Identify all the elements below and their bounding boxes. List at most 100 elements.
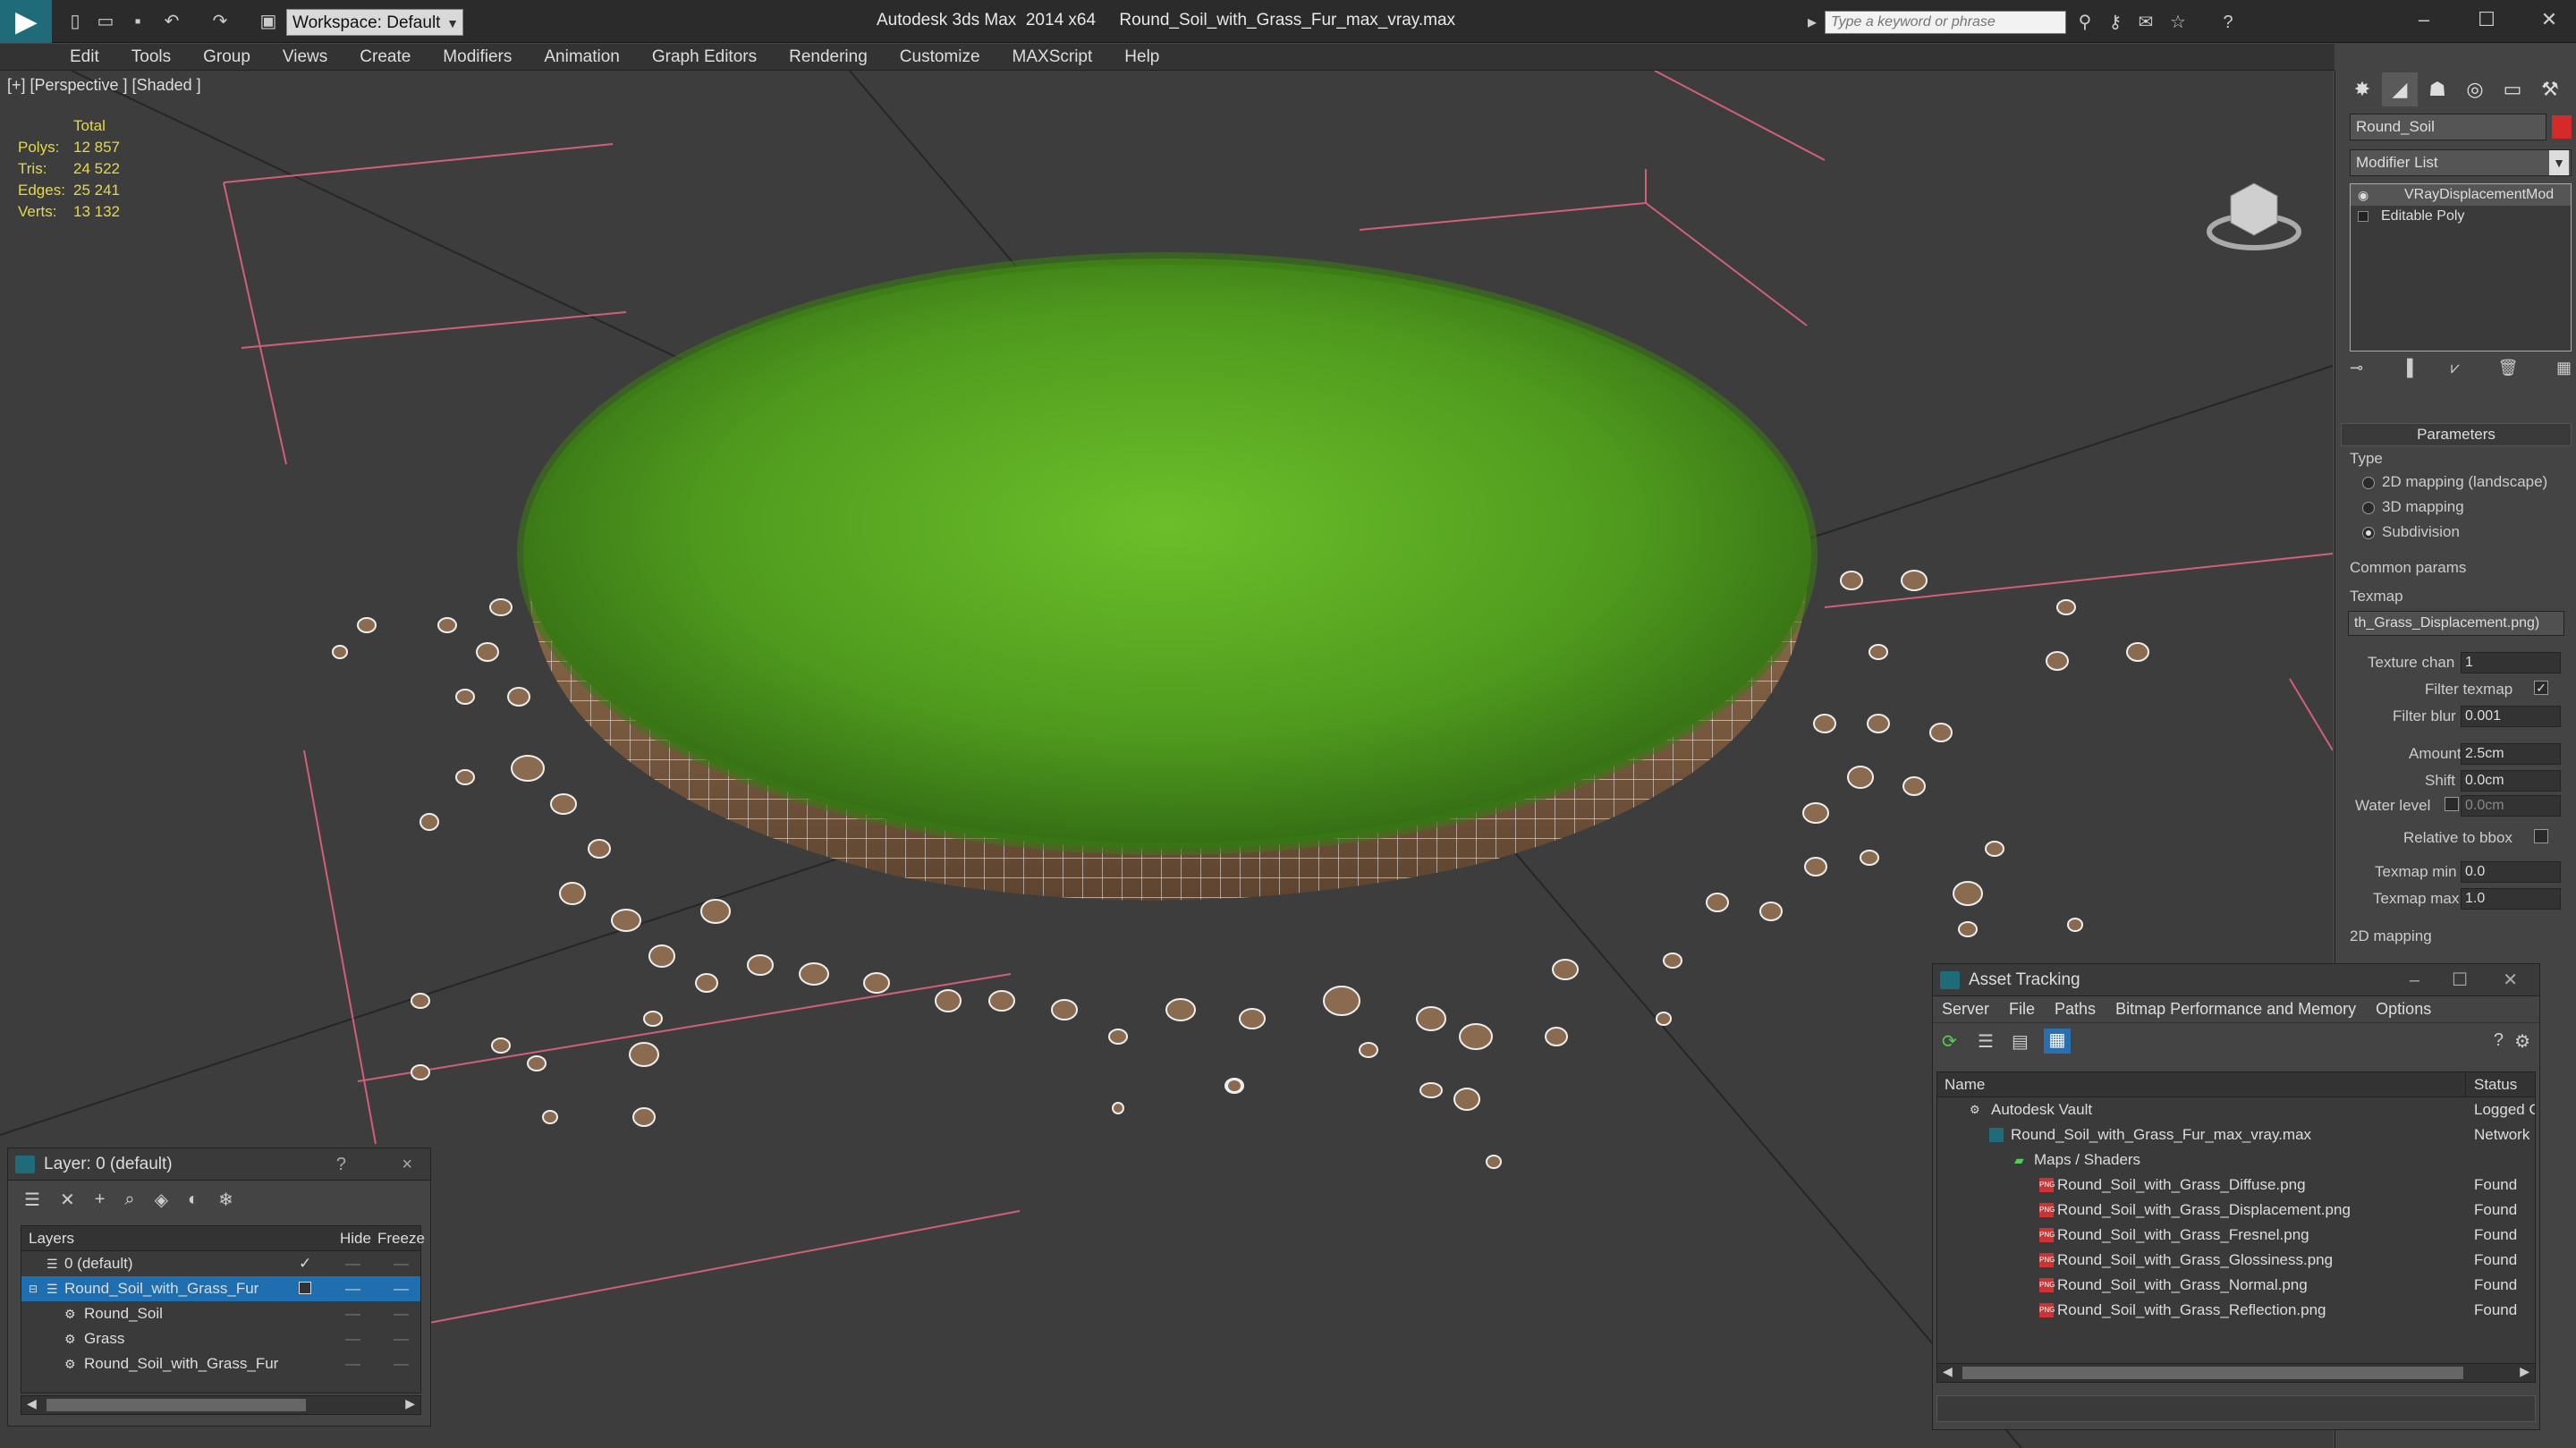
hide-toggle[interactable]: — (345, 1351, 360, 1376)
asset-horizontal-scrollbar[interactable]: ◀ ▶ (1936, 1363, 2536, 1383)
layer-horizontal-scrollbar[interactable]: ◀ ▶ (21, 1395, 421, 1415)
menu-maxscript[interactable]: MAXScript (1013, 47, 1093, 67)
asset-row[interactable]: PNG Round_Soil_with_Grass_Diffuse.png Foun… (1937, 1173, 2535, 1198)
col-status[interactable]: Status (2474, 1072, 2517, 1097)
table-view-icon[interactable]: ▦ (2044, 1029, 2071, 1054)
asset-row[interactable]: PNG Round_Soil_with_Grass_Displacement.pn… (1937, 1198, 2535, 1223)
communication-center-icon[interactable]: ✉ (2132, 11, 2159, 34)
asset-help-icon[interactable]: ? (2494, 1030, 2504, 1051)
relative-to-bbox-checkbox[interactable] (2534, 829, 2548, 843)
list-view-icon[interactable]: ☰ (1978, 1030, 1994, 1053)
texture-chan-spinner[interactable]: 1 (2461, 652, 2561, 673)
workspace-dropdown[interactable]: Workspace: Default ▼ (286, 9, 463, 36)
radio-2d-mapping[interactable] (2362, 476, 2375, 489)
add-to-layer-icon[interactable]: + (95, 1190, 106, 1210)
filter-blur-spinner[interactable]: 0.001 (2461, 706, 2561, 727)
shift-spinner[interactable]: 0.0cm (2461, 770, 2561, 792)
asset-row[interactable]: ⚙ Autodesk Vault Logged O (1937, 1097, 2535, 1122)
scroll-thumb[interactable] (47, 1399, 306, 1411)
select-objects-icon[interactable]: ⌕ (124, 1190, 134, 1210)
set-current-layer-box[interactable] (299, 1282, 311, 1294)
scroll-left-icon[interactable]: ◀ (27, 1396, 37, 1411)
configure-modifier-sets-icon[interactable]: ▦ (2556, 359, 2572, 387)
menu-rendering[interactable]: Rendering (789, 47, 868, 67)
create-tab-icon[interactable]: ✸ (2344, 72, 2380, 106)
hide-all-layers-icon[interactable]: ◐ (188, 1190, 199, 1210)
col-freeze[interactable]: Freeze (377, 1226, 425, 1251)
asset-menu-paths[interactable]: Paths (2055, 1000, 2096, 1019)
asset-row[interactable]: PNG Round_Soil_with_Grass_Normal.png Found (1937, 1273, 2535, 1298)
layer-object-row[interactable]: ⚙ Round_Soil_with_Grass_Fur — — (21, 1351, 420, 1376)
create-layer-icon[interactable]: ☰ (24, 1189, 40, 1211)
modifier-list-dropdown[interactable]: Modifier List ▼ (2350, 149, 2572, 176)
freeze-toggle[interactable]: — (394, 1301, 409, 1326)
make-unique-icon[interactable]: ⩗ (2451, 359, 2460, 387)
hide-toggle[interactable]: — (345, 1301, 360, 1326)
asset-row[interactable]: PNG Round_Soil_with_Grass_Glossiness.png F… (1937, 1248, 2535, 1273)
col-hide[interactable]: Hide (340, 1226, 371, 1251)
lightbulb-icon[interactable]: ◉ (2358, 184, 2368, 206)
menu-edit[interactable]: Edit (70, 47, 99, 67)
asset-path-field[interactable] (1936, 1395, 2536, 1422)
column-divider[interactable] (2465, 1072, 2466, 1097)
hierarchy-tab-icon[interactable]: ☗ (2419, 72, 2455, 106)
maximize-button[interactable]: ☐ (2460, 0, 2513, 39)
binoculars-icon[interactable]: ⚲ (2072, 11, 2098, 34)
delete-layer-icon[interactable]: ✕ (60, 1189, 75, 1211)
asset-row[interactable]: Round_Soil_with_Grass_Fur_max_vray.max Ne… (1937, 1122, 2535, 1147)
3dsmax-logo-icon[interactable]: ▶ (0, 0, 52, 43)
asset-row[interactable]: PNG Round_Soil_with_Grass_Fresnel.png Foun… (1937, 1223, 2535, 1248)
col-name[interactable]: Name (1945, 1072, 1985, 1097)
tree-view-icon[interactable]: ▤ (2012, 1030, 2029, 1053)
scroll-thumb[interactable] (1962, 1367, 2463, 1379)
pin-stack-icon[interactable]: ⊸ (2350, 359, 2363, 387)
radio-subdivision[interactable] (2362, 526, 2375, 539)
motion-tab-icon[interactable]: ◎ (2457, 72, 2493, 106)
refresh-icon[interactable]: ⟳ (1942, 1030, 1957, 1053)
object-color-swatch[interactable] (2552, 115, 2572, 139)
asset-row[interactable]: ▰ Maps / Shaders (1937, 1147, 2535, 1173)
open-file-icon[interactable]: ▭ (93, 11, 118, 32)
project-folder-icon[interactable]: ▣ (256, 11, 281, 32)
type-option-subdivision[interactable]: Subdivision (2362, 523, 2460, 541)
layer-object-row[interactable]: ⚙ Grass — — (21, 1326, 420, 1351)
chevron-right-icon[interactable]: ▸ (1803, 11, 1821, 34)
hide-toggle[interactable]: — (345, 1251, 360, 1276)
key-icon[interactable]: ⚷ (2102, 11, 2129, 34)
active-layer-check-icon[interactable]: ✓ (299, 1251, 311, 1276)
texmap-button[interactable]: th_Grass_Displacement.png) (2348, 611, 2564, 636)
viewport-label[interactable]: [+] [Perspective ] [Shaded ] (7, 76, 201, 95)
col-layers[interactable]: Layers (29, 1226, 74, 1251)
redo-icon[interactable]: ↷ (208, 11, 233, 32)
asset-settings-icon[interactable]: ⚙ (2514, 1030, 2530, 1053)
freeze-toggle[interactable]: — (394, 1251, 409, 1276)
freeze-all-layers-icon[interactable]: ❄ (218, 1189, 233, 1211)
type-option-3d-mapping[interactable]: 3D mapping (2362, 498, 2464, 516)
help-icon[interactable]: ? (2215, 11, 2241, 34)
favorites-star-icon[interactable]: ☆ (2165, 11, 2191, 34)
stack-item-editable-poly[interactable]: Editable Poly (2351, 206, 2571, 227)
texmap-max-spinner[interactable]: 1.0 (2461, 888, 2561, 910)
utilities-tab-icon[interactable]: ⚒ (2532, 72, 2568, 106)
display-tab-icon[interactable]: ▭ (2495, 72, 2530, 106)
layer-help-button[interactable]: ? (336, 1148, 346, 1181)
search-input[interactable] (1825, 11, 2066, 34)
expand-box-icon[interactable] (2358, 211, 2368, 222)
minimize-button[interactable]: – (2397, 0, 2451, 39)
menu-create[interactable]: Create (360, 47, 411, 67)
scroll-right-icon[interactable]: ▶ (405, 1396, 415, 1411)
texmap-min-spinner[interactable]: 0.0 (2461, 861, 2561, 883)
menu-customize[interactable]: Customize (900, 47, 980, 67)
undo-icon[interactable]: ↶ (159, 11, 184, 32)
menu-graph-editors[interactable]: Graph Editors (652, 47, 757, 67)
new-file-icon[interactable]: ▯ (63, 11, 88, 32)
asset-close-button[interactable]: ✕ (2503, 964, 2518, 996)
layer-row[interactable]: ☰ 0 (default) ✓ — — (21, 1251, 420, 1276)
close-button[interactable]: ✕ (2522, 0, 2576, 39)
menu-group[interactable]: Group (203, 47, 250, 67)
water-level-checkbox[interactable] (2445, 797, 2459, 811)
menu-modifiers[interactable]: Modifiers (443, 47, 512, 67)
amount-spinner[interactable]: 2.5cm (2461, 743, 2561, 765)
asset-menu-server[interactable]: Server (1942, 1000, 1989, 1019)
show-end-result-icon[interactable]: ▐ (2402, 359, 2413, 387)
